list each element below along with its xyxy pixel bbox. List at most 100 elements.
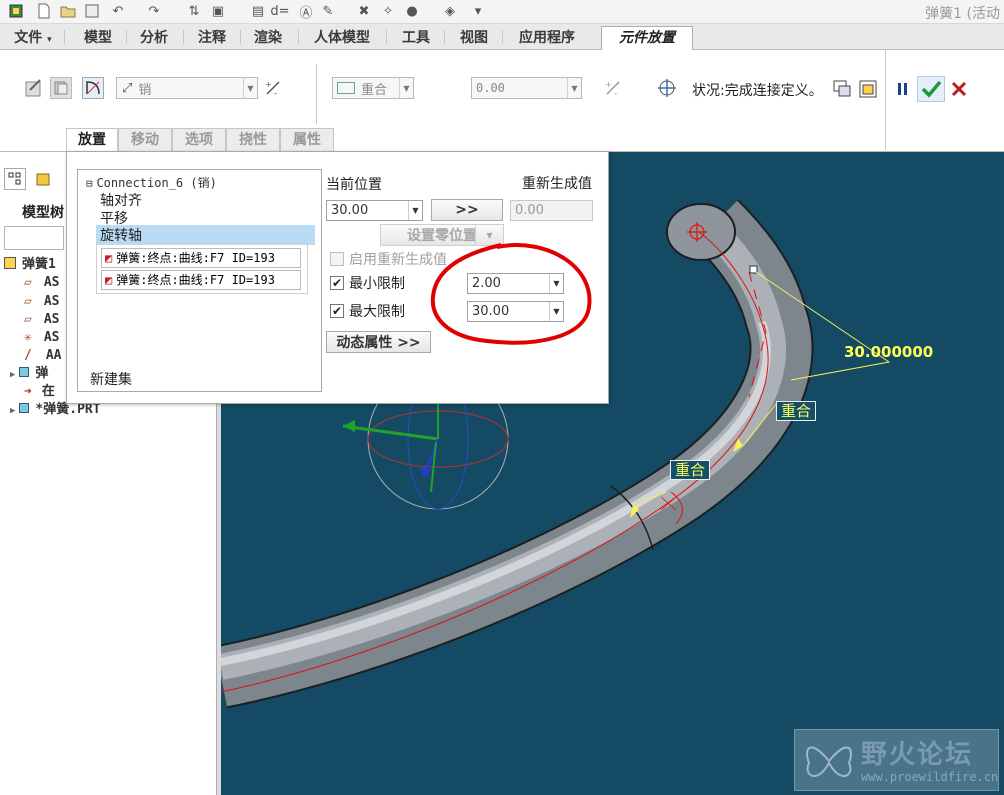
tree-item-part[interactable]: ▶ 弹	[10, 365, 48, 383]
svg-text:-: -	[274, 89, 277, 97]
relations-icon[interactable]: d=	[270, 3, 289, 19]
constraint-type-select[interactable]: 重合 ▼	[332, 77, 414, 99]
undo-icon[interactable]: ↶	[110, 3, 126, 19]
move-component-icon[interactable]	[656, 77, 678, 99]
separate-window-icon[interactable]	[831, 78, 853, 100]
reference-icon: ◩	[105, 273, 113, 287]
new-set-link[interactable]: 新建集	[90, 369, 132, 389]
tab-properties[interactable]: 属性	[280, 128, 334, 152]
svg-text:-: -	[614, 89, 617, 97]
tab-file[interactable]: 文件 ▾	[4, 27, 62, 49]
connection-type-value: 销	[138, 82, 152, 98]
flip-icon[interactable]: + -	[262, 77, 284, 99]
qat-more-icon[interactable]: ▾	[470, 3, 486, 19]
user-defined-icon[interactable]	[23, 77, 45, 99]
tree-item-coordinate-system[interactable]: ✳ AS	[24, 329, 59, 347]
tab-flexibility[interactable]: 挠性	[226, 128, 280, 152]
datum-plane-icon: ▱	[24, 275, 32, 290]
ok-check-icon[interactable]	[917, 76, 945, 102]
measure-icon[interactable]: ✎	[320, 3, 336, 19]
constraint-axis-align[interactable]: 轴对齐	[100, 190, 142, 210]
part-icon	[19, 367, 30, 377]
tab-component-placement[interactable]: 元件放置	[601, 26, 693, 51]
max-limit-label: 最大限制	[349, 304, 405, 320]
regenerate-icon[interactable]: ⇅	[186, 3, 202, 19]
tab-model[interactable]: 模型	[72, 27, 124, 49]
tab-options[interactable]: 选项	[172, 128, 226, 152]
tab-annotate[interactable]: 注释	[186, 27, 238, 49]
tree-item-datum-plane[interactable]: ▱ AS	[24, 274, 59, 292]
app-logo-icon	[8, 3, 24, 19]
watermark: 野火论坛 www.proewildfire.cn	[794, 729, 999, 791]
constraint-type-value: 重合	[361, 82, 388, 98]
max-limit-checkbox[interactable]: ✔	[330, 304, 344, 318]
model-tree-search-input[interactable]	[4, 226, 64, 250]
chevron-down-icon: ▼	[399, 78, 413, 98]
part-icon	[19, 403, 30, 413]
connection-set-list: ⊟ Connection_6 (销) 轴对齐 平移 旋转轴 ◩ 弹簧:终点:曲线:…	[77, 169, 322, 392]
reference-item[interactable]: ◩ 弹簧:终点:曲线:F7 ID=193	[101, 248, 301, 268]
butterfly-logo-icon	[806, 746, 852, 777]
annotation-icon[interactable]: Ⓐ	[298, 3, 314, 21]
tab-move[interactable]: 移动	[118, 128, 172, 152]
tree-item-insert-here[interactable]: ➔ 在	[24, 383, 55, 401]
predefined-icon[interactable]	[50, 77, 72, 99]
datum-plane-icon: ▱	[24, 294, 32, 309]
connection-root[interactable]: ⊟ Connection_6 (销)	[86, 174, 217, 191]
appearance-icon[interactable]: ●	[404, 3, 420, 19]
model-tree-title: 模型树	[22, 205, 64, 221]
min-limit-label: 最小限制	[349, 276, 405, 292]
dynamic-properties-button[interactable]: 动态属性 >>	[326, 331, 431, 353]
chevron-down-icon: ▼	[408, 201, 422, 220]
orient-icon[interactable]: ✧	[380, 3, 396, 19]
model-tree-tab-icon[interactable]	[4, 168, 26, 190]
tab-view[interactable]: 视图	[448, 27, 500, 49]
assembly-icon	[4, 257, 16, 269]
connection-icon[interactable]	[82, 77, 104, 99]
enable-regen-checkbox[interactable]	[330, 252, 344, 266]
flip-offset-icon[interactable]: + -	[602, 77, 624, 99]
red-highlight-circle	[430, 243, 592, 345]
offset-value: 0.00	[476, 81, 505, 95]
datum-plane-icon: ▱	[24, 312, 32, 327]
placement-panel: ⊟ Connection_6 (销) 轴对齐 平移 旋转轴 ◩ 弹簧:终点:曲线:…	[66, 151, 609, 404]
reference-collector[interactable]: ◩ 弹簧:终点:曲线:F7 ID=193 ◩ 弹簧:终点:曲线:F7 ID=193	[96, 242, 308, 294]
pause-icon[interactable]	[892, 78, 914, 100]
tab-applications[interactable]: 应用程序	[506, 27, 588, 49]
open-folder-icon[interactable]	[60, 3, 76, 19]
current-position-input[interactable]: 30.00 ▼	[326, 200, 423, 221]
clipboard-icon[interactable]: ▤	[250, 3, 266, 19]
chevron-down-icon: ▼	[243, 78, 257, 98]
go-to-position-button[interactable]: >>	[431, 199, 503, 221]
dimension-value[interactable]: 30.000000	[844, 343, 933, 361]
svg-text:+: +	[265, 80, 272, 89]
tab-analysis[interactable]: 分析	[128, 27, 180, 49]
constraint-label-coincident-2[interactable]: 重合	[670, 460, 711, 480]
reference-item[interactable]: ◩ 弹簧:终点:曲线:F7 ID=193	[101, 270, 301, 290]
quick-access-toolbar: ↶ ↷ ⇅ ▣ ▤ d= Ⓐ ✎ ✖ ✧ ● ◈ ▾ 弹簧1 (活动	[0, 0, 1004, 24]
tab-render[interactable]: 渲染	[242, 27, 294, 49]
redo-icon[interactable]: ↷	[146, 3, 162, 19]
tab-manikin[interactable]: 人体模型	[300, 27, 384, 49]
save-icon[interactable]	[84, 3, 100, 19]
folder-browser-icon[interactable]	[32, 168, 54, 190]
new-file-icon[interactable]	[36, 3, 52, 19]
windows-icon[interactable]: ▣	[210, 3, 226, 19]
current-position-value: 30.00	[331, 203, 369, 218]
display-icon[interactable]: ◈	[442, 3, 458, 19]
tree-item-datum-axis[interactable]: / AA	[24, 347, 61, 365]
tab-placement[interactable]: 放置	[66, 128, 118, 152]
tab-tools[interactable]: 工具	[390, 27, 442, 49]
connection-type-select[interactable]: ⤢ 销 ▼	[116, 77, 258, 99]
offset-input[interactable]: 0.00 ▼	[471, 77, 582, 99]
regen-value-input[interactable]: 0.00	[510, 200, 593, 221]
watermark-title: 野火论坛	[861, 740, 974, 770]
assembly-window-icon[interactable]	[857, 78, 879, 100]
min-limit-checkbox[interactable]: ✔	[330, 276, 344, 290]
tree-item-root[interactable]: 弹簧1	[4, 256, 56, 274]
constraint-label-coincident-1[interactable]: 重合	[776, 401, 817, 421]
cancel-x-icon[interactable]	[948, 78, 970, 100]
pick-icon[interactable]: ✖	[356, 3, 372, 19]
tree-item-datum-plane[interactable]: ▱ AS	[24, 311, 59, 329]
tree-item-datum-plane[interactable]: ▱ AS	[24, 293, 59, 311]
